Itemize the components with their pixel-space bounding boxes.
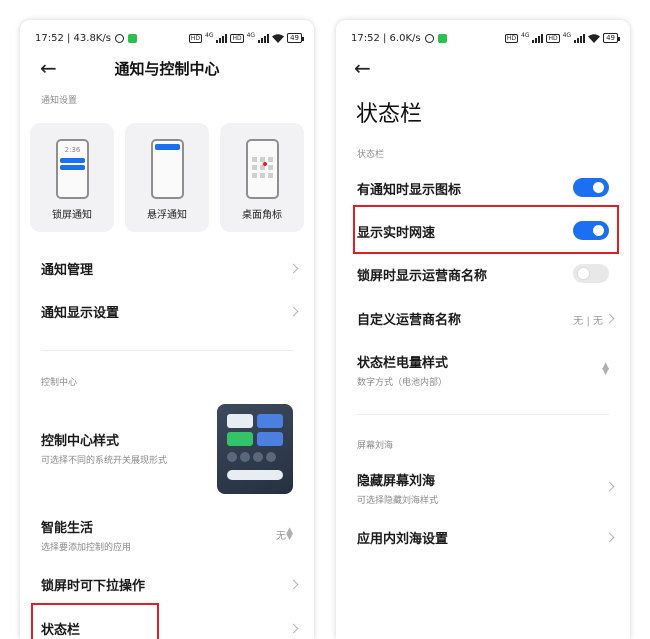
carrier-value: 无 | 无: [573, 316, 603, 327]
section-label-status-bar: 状态栏: [357, 150, 385, 160]
signal-icon: [532, 33, 544, 43]
row-label: 智能生活: [41, 521, 94, 536]
tile-label: 桌面角标: [242, 210, 282, 221]
network-type-icon: 4G: [562, 32, 572, 39]
highlight-box: [353, 205, 619, 254]
row-battery-style[interactable]: 状态栏电量样式 数字方式（电池内部）: [336, 352, 630, 388]
network-type-icon: 4G: [521, 32, 530, 39]
status-time: 17:52 | 6.0K/s: [351, 32, 421, 44]
phone-preview-icon: [246, 139, 279, 199]
left-phone-screen: 17:52 | 43.8K/s HD 4G HD 4G 49 ← 通知与控制中心…: [20, 20, 314, 639]
alarm-icon: [114, 33, 124, 43]
row-sublabel: 可选择隐藏刘海样式: [357, 496, 439, 506]
chevron-right-icon: [288, 579, 299, 590]
network-type-icon: 4G: [246, 32, 256, 39]
status-bar: 17:52 | 43.8K/s HD 4G HD 4G 49: [35, 31, 304, 45]
chevron-right-icon: [604, 532, 615, 543]
row-sublabel: 数字方式（电池内部）: [357, 378, 448, 388]
row-label: 通知管理: [41, 262, 94, 278]
row-lockscreen-pulldown[interactable]: 锁屏时可下拉操作: [20, 573, 314, 595]
chevron-right-icon: [288, 306, 299, 317]
tile-label: 锁屏通知: [52, 210, 92, 221]
up-down-chevron-icon[interactable]: ▲ ▼: [602, 362, 609, 377]
hd-icon: HD: [188, 33, 202, 43]
row-notification-display[interactable]: 通知显示设置: [20, 300, 314, 322]
signal-icon: [574, 33, 586, 43]
tile-label: 悬浮通知: [147, 210, 187, 221]
row-sublabel: 选择要添加控制的应用: [41, 543, 132, 553]
divider: [41, 350, 293, 351]
divider: [357, 414, 609, 415]
row-label: 通知显示设置: [41, 305, 120, 321]
signal-icon: [216, 33, 228, 43]
row-label: 有通知时显示图标: [357, 182, 462, 198]
chevron-right-icon: [604, 313, 615, 324]
row-hide-notch[interactable]: 隐藏屏幕刘海 可选择隐藏刘海样式: [336, 470, 630, 506]
wifi-icon: [588, 33, 601, 43]
section-label-control-center: 控制中心: [41, 378, 78, 388]
hd-icon: HD: [504, 33, 518, 43]
tile-lockscreen-notification[interactable]: 2:36 锁屏通知: [30, 123, 114, 232]
row-label: 隐藏屏幕刘海: [357, 474, 436, 489]
alarm-icon: [424, 33, 434, 43]
battery-icon: 49: [603, 33, 620, 43]
chevron-right-icon: [288, 263, 299, 274]
row-notification-management[interactable]: 通知管理: [20, 257, 314, 279]
signal-icon: [258, 33, 270, 43]
phone-preview-icon: [151, 139, 184, 199]
row-label: 锁屏时显示运营商名称: [357, 268, 488, 284]
chevron-right-icon: [288, 623, 299, 634]
right-phone-screen: 17:52 | 6.0K/s HD 4G HD 4G 49 ← 状态栏 状态栏 …: [336, 20, 630, 639]
page-title: 通知与控制中心: [114, 60, 220, 78]
section-label-notch: 屏幕刘海: [357, 441, 394, 451]
row-smart-life[interactable]: 智能生活 选择要添加控制的应用: [20, 517, 314, 553]
section-label-notifications: 通知设置: [41, 96, 78, 106]
row-label: 自定义运营商名称: [357, 312, 462, 328]
page-title: 状态栏: [356, 102, 423, 127]
row-label: 应用内刘海设置: [357, 531, 449, 547]
message-icon: [437, 33, 447, 43]
row-label: 锁屏时可下拉操作: [41, 578, 146, 594]
toggle-switch[interactable]: [573, 264, 609, 283]
network-type-icon: 4G: [205, 32, 214, 39]
tile-floating-notification[interactable]: 悬浮通知: [125, 123, 209, 232]
smart-life-value: 无: [276, 531, 286, 542]
toggle-switch[interactable]: [573, 178, 609, 197]
phone-preview-icon: 2:36: [56, 139, 89, 199]
preview-clock: 2:36: [64, 146, 81, 154]
message-icon: [127, 33, 137, 43]
hd-icon: HD: [230, 33, 244, 43]
up-down-chevron-icon[interactable]: ▲ ▼: [286, 527, 293, 542]
wifi-icon: [272, 33, 285, 43]
highlight-box: [31, 603, 159, 639]
row-label: 状态栏电量样式: [357, 356, 449, 371]
battery-icon: 49: [287, 33, 304, 43]
row-in-app-notch-settings[interactable]: 应用内刘海设置: [336, 526, 630, 548]
back-arrow-icon[interactable]: ←: [354, 58, 371, 78]
status-bar: 17:52 | 6.0K/s HD 4G HD 4G 49: [351, 31, 620, 45]
status-time: 17:52 | 43.8K/s: [35, 32, 111, 44]
tile-app-badge[interactable]: 桌面角标: [220, 123, 304, 232]
control-center-preview: [217, 404, 293, 494]
hd-icon: HD: [546, 33, 560, 43]
